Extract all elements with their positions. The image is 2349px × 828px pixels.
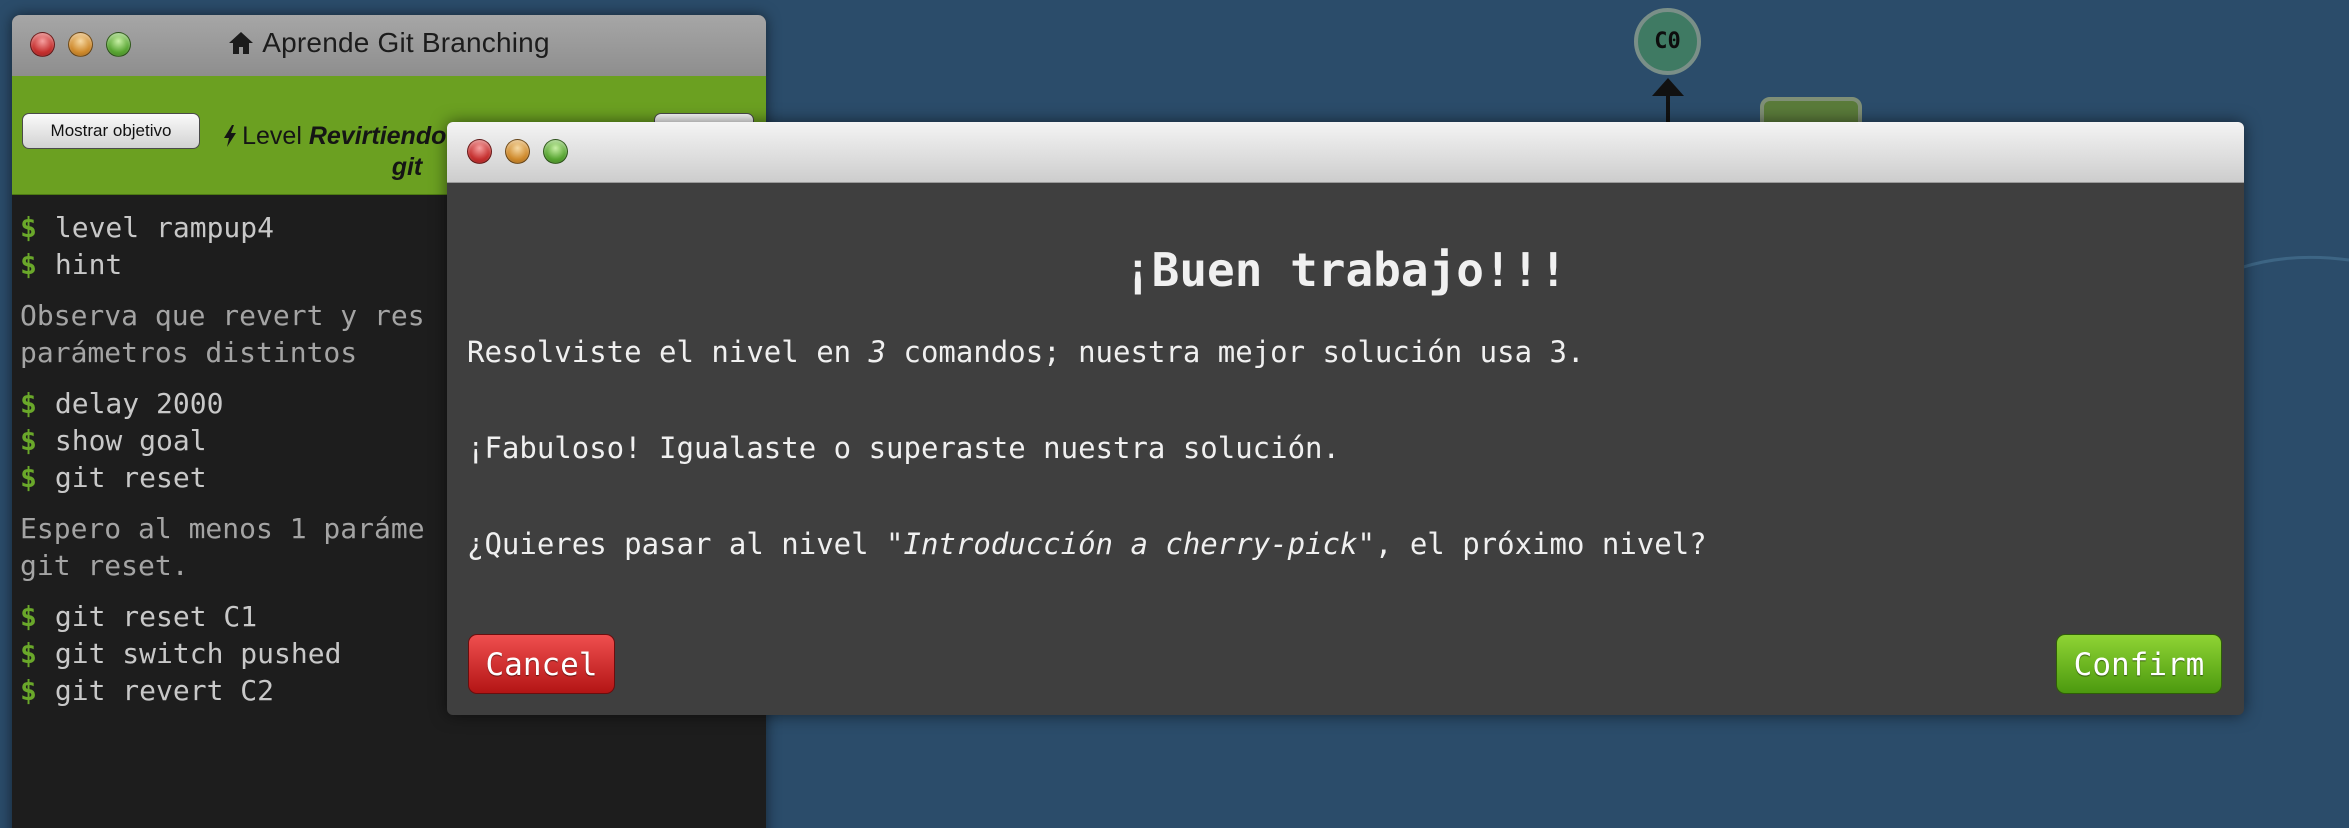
dialog-praise-text: ¡Fabuloso! Igualaste o superaste nuestra… <box>467 431 1340 465</box>
level-complete-dialog: ¡Buen trabajo!!! Resolviste el nivel en … <box>447 122 2244 715</box>
prompt-symbol: $ <box>20 387 37 420</box>
home-icon <box>229 32 254 54</box>
dialog-heading: ¡Buen trabajo!!! <box>1123 243 1568 297</box>
prompt-symbol: $ <box>20 637 37 670</box>
dialog-maximize-button[interactable] <box>543 139 568 164</box>
prompt-symbol: $ <box>20 461 37 494</box>
prompt-symbol: $ <box>20 248 37 281</box>
bolt-icon <box>224 125 237 147</box>
dialog-minimize-button[interactable] <box>505 139 530 164</box>
dialog-solution-summary: Resolviste el nivel en 3 comandos; nuest… <box>467 335 1585 369</box>
command-count: 3 <box>868 335 887 369</box>
dialog-close-button[interactable] <box>467 139 492 164</box>
prompt-symbol: $ <box>20 211 37 244</box>
terminal-title-text: Aprende Git Branching <box>262 27 550 58</box>
cancel-button[interactable]: Cancel <box>468 634 615 694</box>
prompt-symbol: $ <box>20 674 37 707</box>
commit-node-c0[interactable]: C0 <box>1634 8 1701 75</box>
show-goal-button[interactable]: Mostrar objetivo <box>22 113 200 149</box>
level-prefix: Level <box>242 122 302 150</box>
commit-label: C0 <box>1654 29 1681 54</box>
terminal-title: Aprende Git Branching <box>12 27 766 59</box>
dialog-next-level-question: ¿Quieres pasar al nivel "Introducción a … <box>467 527 1707 561</box>
prompt-symbol: $ <box>20 600 37 633</box>
tree-edge <box>2240 255 2349 270</box>
dialog-body: ¡Buen trabajo!!! Resolviste el nivel en … <box>467 182 2224 562</box>
desktop: C0 Aprende Git Branching Mostrar objetiv… <box>0 0 2349 828</box>
terminal-titlebar: Aprende Git Branching <box>12 15 766 77</box>
prompt-symbol: $ <box>20 424 37 457</box>
dialog-window-controls <box>467 139 568 164</box>
next-level-name: Introducción a cherry-pick <box>903 527 1358 561</box>
confirm-button[interactable]: Confirm <box>2056 634 2222 694</box>
dialog-titlebar <box>447 122 2244 183</box>
